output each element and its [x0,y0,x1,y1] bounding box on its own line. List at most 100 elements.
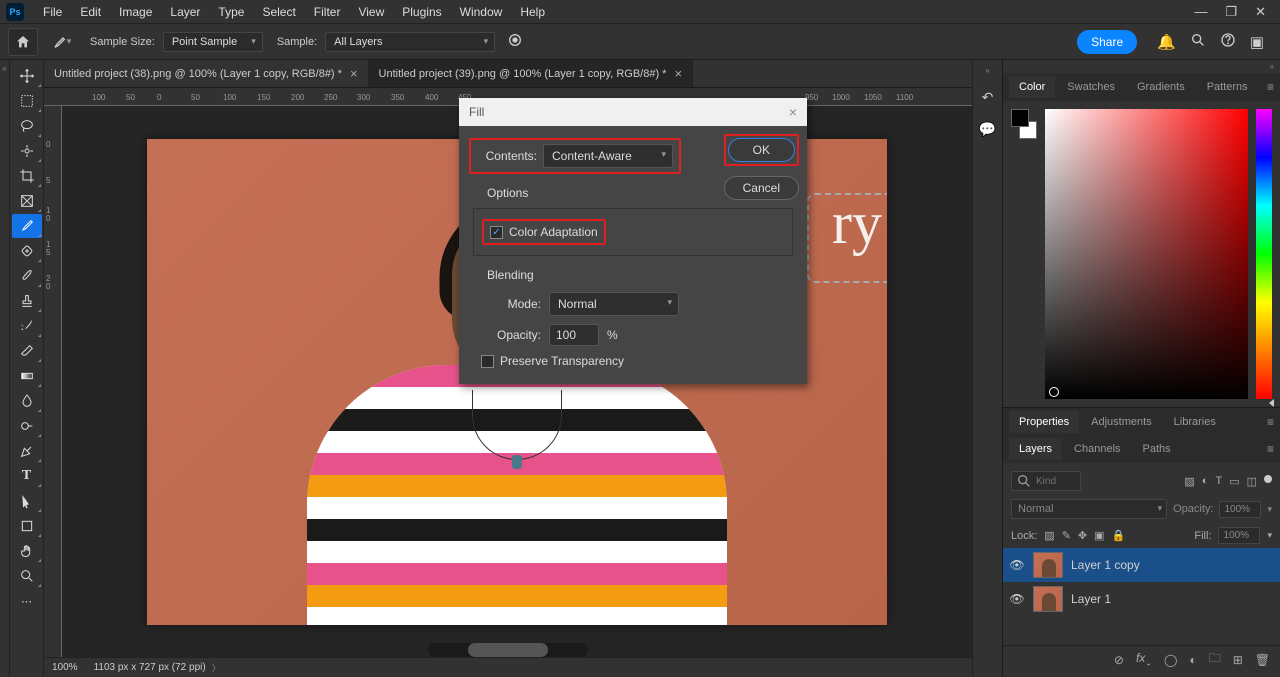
blend-mode-dropdown[interactable]: Normal [1011,499,1167,519]
filter-type-icon[interactable]: T [1215,475,1222,488]
layer-opacity-field[interactable]: 100% [1219,501,1261,518]
menu-file[interactable]: File [34,1,71,23]
channels-tab[interactable]: Channels [1064,438,1130,460]
layer-row[interactable]: 👁 Layer 1 copy [1003,548,1280,582]
lock-transparency-icon[interactable]: ▨ [1044,529,1054,542]
layer-thumbnail[interactable] [1033,552,1063,578]
collapse-handle[interactable]: » [1003,60,1280,73]
document-tab-2[interactable]: Untitled project (39).png @ 100% (Layer … [369,60,694,87]
share-button[interactable]: Share [1077,30,1137,54]
filter-adjustment-icon[interactable]: ◐ [1202,475,1209,488]
notifications-icon[interactable]: 🔔 [1157,33,1176,51]
menu-select[interactable]: Select [253,1,304,23]
menu-window[interactable]: Window [451,1,512,23]
tool-preset-picker[interactable]: ▾ [46,28,76,56]
close-tab-icon[interactable]: × [674,66,682,81]
close-tab-icon[interactable]: × [350,66,358,81]
collapse-handle[interactable]: » [985,66,989,75]
adjustments-tab[interactable]: Adjustments [1081,411,1162,433]
selection-tool[interactable] [12,139,42,163]
layer-row[interactable]: 👁 Layer 1 [1003,582,1280,616]
lock-all-icon[interactable]: 🔒 [1112,529,1126,542]
lock-artboard-icon[interactable]: ▣ [1094,529,1104,542]
close-icon[interactable]: × [789,104,797,120]
chevron-down-icon[interactable]: ▾ [1267,530,1272,541]
home-button[interactable] [8,28,38,56]
zoom-tool[interactable] [12,564,42,588]
menu-edit[interactable]: Edit [71,1,110,23]
minimize-icon[interactable]: — [1194,4,1207,20]
patterns-tab[interactable]: Patterns [1197,76,1258,98]
layer-filter-search[interactable] [1011,471,1081,491]
history-brush-tool[interactable] [12,314,42,338]
menu-type[interactable]: Type [209,1,253,23]
menu-image[interactable]: Image [110,1,161,23]
menu-plugins[interactable]: Plugins [393,1,450,23]
gradient-tool[interactable] [12,364,42,388]
color-adaptation-checkbox[interactable]: ✓ [490,226,503,239]
vertical-ruler[interactable]: 0 5 1 0 1 5 2 0 [44,106,62,657]
new-layer-icon[interactable]: ⊞ [1233,653,1243,667]
properties-tab[interactable]: Properties [1009,411,1079,433]
foreground-color-swatch[interactable] [1011,109,1029,127]
eraser-tool[interactable] [12,339,42,363]
eyedropper-tool[interactable] [12,214,42,238]
lock-pixels-icon[interactable]: ✎ [1062,529,1071,542]
workspace-icon[interactable]: ▣ [1250,33,1264,51]
frame-tool[interactable] [12,189,42,213]
marquee-tool[interactable] [12,89,42,113]
color-field[interactable] [1045,109,1248,399]
path-tool[interactable] [12,489,42,513]
maximize-icon[interactable]: ❐ [1225,4,1237,20]
layer-thumbnail[interactable] [1033,586,1063,612]
filter-toggle[interactable] [1264,475,1272,483]
healing-tool[interactable] [12,239,42,263]
document-tab-1[interactable]: Untitled project (38).png @ 100% (Layer … [44,60,369,87]
mode-dropdown[interactable]: Normal [549,292,679,316]
menu-filter[interactable]: Filter [305,1,350,23]
pen-tool[interactable] [12,439,42,463]
delete-layer-icon[interactable]: 🗑 [1255,653,1270,667]
chevron-down-icon[interactable]: ▾ [1267,504,1272,515]
search-icon[interactable] [1190,32,1206,52]
layer-mask-icon[interactable]: ◯ [1164,653,1177,667]
layer-filter-input[interactable] [1036,476,1076,487]
stamp-tool[interactable] [12,289,42,313]
chevron-right-icon[interactable]: 〉 [212,661,221,674]
comments-panel-icon[interactable]: 💬 [978,119,998,139]
history-panel-icon[interactable]: ↶ [978,87,998,107]
dialog-titlebar[interactable]: Fill × [459,98,807,126]
layers-tab[interactable]: Layers [1009,438,1062,460]
visibility-icon[interactable]: 👁 [1009,592,1025,606]
panel-menu-icon[interactable]: ≡ [1267,442,1274,456]
dodge-tool[interactable] [12,414,42,438]
horizontal-scrollbar[interactable] [428,643,588,657]
filter-pixel-icon[interactable]: ▨ [1184,475,1194,488]
menu-help[interactable]: Help [511,1,554,23]
hand-tool[interactable] [12,539,42,563]
zoom-level[interactable]: 100% [52,662,78,673]
layer-style-icon[interactable]: fx⌄ [1136,651,1152,667]
layer-name[interactable]: Layer 1 [1071,592,1111,606]
adjustment-layer-icon[interactable]: ◐ [1189,653,1196,667]
panel-menu-icon[interactable]: ≡ [1267,415,1274,429]
panel-menu-icon[interactable]: ≡ [1267,80,1274,94]
move-tool[interactable] [12,64,42,88]
libraries-tab[interactable]: Libraries [1164,411,1226,433]
type-tool[interactable]: T [12,464,42,488]
contents-dropdown[interactable]: Content-Aware [543,144,673,168]
swatches-tab[interactable]: Swatches [1057,76,1125,98]
ok-button[interactable]: OK [728,138,795,162]
preserve-transparency-checkbox[interactable] [481,355,494,368]
cancel-button[interactable]: Cancel [724,176,799,200]
brush-tool[interactable] [12,264,42,288]
group-icon[interactable]: 🗀 [1209,649,1221,670]
layer-name[interactable]: Layer 1 copy [1071,558,1140,572]
sample-dropdown[interactable]: All Layers [325,32,495,52]
blur-tool[interactable] [12,389,42,413]
link-layers-icon[interactable]: ⊘ [1114,653,1124,667]
sample-size-dropdown[interactable]: Point Sample [163,32,263,52]
layer-fill-field[interactable]: 100% [1218,527,1260,544]
filter-smart-icon[interactable]: ◫ [1247,475,1257,488]
lock-position-icon[interactable]: ✥ [1078,529,1087,542]
